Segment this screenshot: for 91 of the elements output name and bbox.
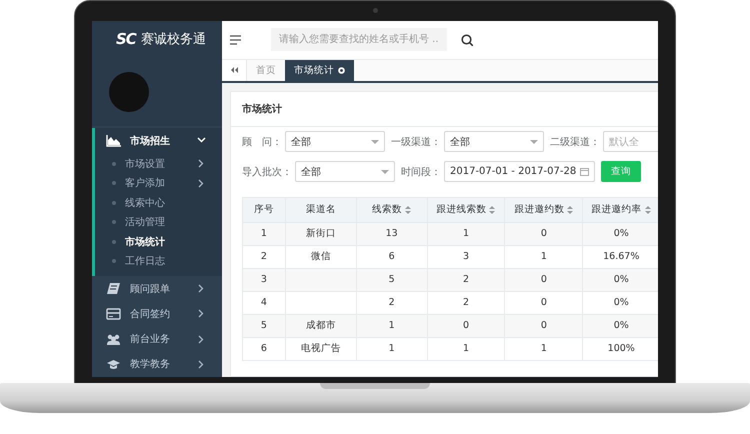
bullet-icon [112,220,116,224]
calendar-icon [580,167,590,176]
table-cell: 1 [260,228,267,240]
tab[interactable]: 市场统计 [285,60,354,81]
scroll-left-button[interactable] [222,60,247,81]
table-cell: 1 [540,251,547,262]
avatar [109,72,149,112]
table-cell: 电视广告 [300,343,341,354]
bullet-icon [112,181,116,186]
card-title: 市场统计 [231,92,658,127]
table-cell: 0% [614,297,629,308]
logo-text: 赛诚校务通 [140,31,206,48]
table-cell: 1 [388,343,395,354]
table-cell: 4 [260,297,267,308]
logo-mark: SC [116,30,136,48]
table-cell: 5 [388,274,395,286]
card-icon [106,307,121,320]
table-cell: 0 [540,274,547,286]
table-cell: 成都市 [306,320,336,332]
filter-label: 二级渠道： [550,136,600,149]
bullet-icon [112,259,116,264]
sort-icon[interactable] [644,206,651,214]
people-icon [106,332,121,346]
table-cell: 0 [540,320,547,332]
table-cell: 2 [462,297,469,308]
table-cell: 0 [540,228,547,240]
sidebar-item[interactable]: 市场招生 [95,128,222,154]
select-field[interactable]: 全部 [285,131,385,152]
sidebar-subitem[interactable]: 工作日志 [95,251,222,271]
area-chart-icon [106,134,121,148]
book-icon [106,282,121,296]
table-cell: 3 [462,251,469,262]
table-cell: 6 [260,343,267,354]
table-cell: 1 [540,343,547,354]
table-cell: 0 [462,320,469,332]
table-cell: 2 [260,251,267,262]
caret-down-icon [530,140,538,144]
table-cell: 2 [462,274,469,286]
table-cell: 1 [388,320,395,332]
sidebar-item[interactable]: 教学教务 [92,352,222,377]
search-field[interactable]: 请输入您需要查找的姓名或手机号 ... [271,28,447,52]
table-cell: 1 [462,228,469,240]
table-cell: 0% [614,228,629,240]
sort-icon[interactable] [405,206,412,214]
column-header: 跟进邀约数 [514,203,564,216]
column-header: 跟进线索数 [436,203,486,216]
column-header: 跟进邀约率 [592,203,642,216]
sidebar-subitem[interactable]: 市场设置 [95,154,222,174]
table-cell: 3 [260,274,267,286]
select-field[interactable]: 全部 [295,161,395,182]
sidebar-item[interactable]: 顾问跟单 [92,276,222,302]
table-cell: 13 [386,228,398,240]
column-header: 渠道名 [306,203,336,216]
table-cell: 0% [614,320,629,332]
table-cell: 100% [608,343,635,354]
table-cell: 0 [540,297,547,308]
caret-down-icon [371,140,379,144]
date-range-field[interactable]: 2017-07-01 - 2017-07-28 [444,161,596,182]
table-cell: 16.67% [603,251,640,262]
filter-label: 导入批次： [242,166,292,179]
select-field[interactable]: 全部 [444,131,544,152]
menu-icon[interactable] [230,34,241,45]
filter-label: 顾 问： [242,136,282,149]
table-cell: 1 [462,343,469,354]
table-cell: 2 [388,297,395,308]
sidebar-subitem[interactable]: 线索中心 [95,192,222,212]
table-cell: 微信 [310,251,331,262]
table-cell: 新街口 [306,228,336,240]
sidebar-item[interactable]: 合同签约 [92,301,222,326]
sidebar-subitem[interactable]: 市场统计 [95,232,222,252]
sidebar-subitem[interactable]: 客户添加 [95,173,222,193]
graduation-cap-icon [106,358,121,371]
sort-icon[interactable] [567,206,574,214]
table-cell: 0% [614,274,629,286]
column-header: 序号 [254,203,274,216]
bullet-icon [112,162,116,166]
sidebar-item[interactable]: 前台业务 [92,326,222,352]
column-header: 线索数 [372,203,402,216]
double-arrow-left-icon [230,66,238,74]
sidebar-subitem[interactable]: 活动管理 [95,212,222,232]
table-cell: 6 [388,251,395,262]
sort-icon[interactable] [489,206,496,214]
filter-label: 一级渠道： [391,136,441,149]
bullet-icon [112,240,116,244]
close-icon[interactable] [338,66,345,74]
bullet-icon [112,200,116,205]
search-icon[interactable] [461,34,473,46]
table-cell: 5 [260,320,267,332]
filter-label: 时间段： [401,166,441,179]
caret-down-icon [381,170,389,174]
camera-icon [372,8,378,13]
